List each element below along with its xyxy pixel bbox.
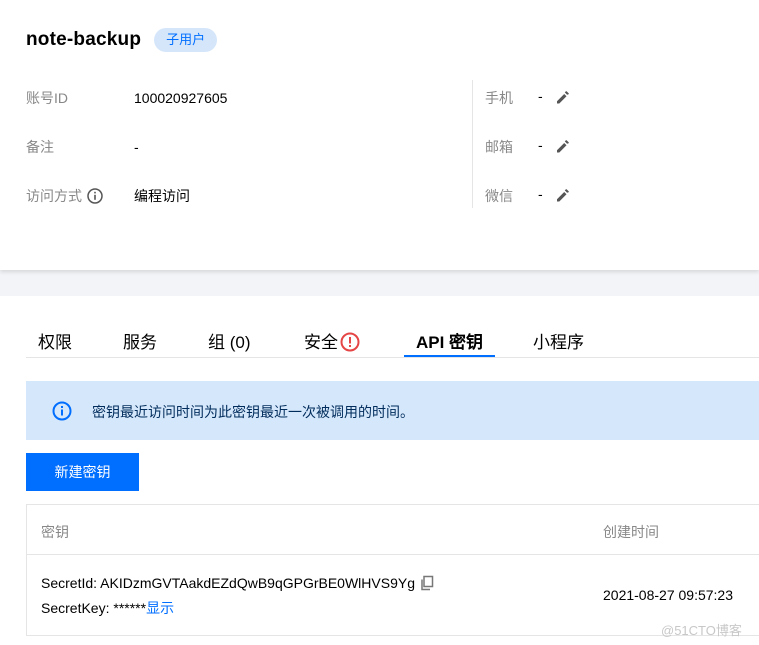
show-secret-key-link[interactable]: 显示 xyxy=(146,600,174,616)
alert-message: 密钥最近访问时间为此密钥最近一次被调用的时间。 xyxy=(92,404,414,420)
access-method-label: 访问方式 xyxy=(26,188,82,204)
vertical-divider xyxy=(472,80,473,208)
edit-wechat-pencil-icon[interactable] xyxy=(555,187,571,203)
info-alert: 密钥最近访问时间为此密钥最近一次被调用的时间。 xyxy=(26,381,759,440)
secret-key-value: ****** xyxy=(113,600,147,616)
access-method-label-wrap: 访问方式 xyxy=(26,186,134,206)
secret-id-line: SecretId: AKIDzmGVTAakdEZdQwB9qGPGrBE0Wl… xyxy=(41,575,435,591)
wechat-label: 微信 xyxy=(485,188,513,204)
email-label: 邮箱 xyxy=(485,139,513,155)
tab-api-keys[interactable]: API 密钥 xyxy=(416,328,483,353)
api-key-table: 密钥 创建时间 SecretId: AKIDzmGVTAakdEZdQwB9qG… xyxy=(26,504,759,636)
wechat-value: - xyxy=(538,186,543,202)
user-type-badge: 子用户 xyxy=(154,28,218,52)
phone-label: 手机 xyxy=(485,90,513,106)
header-divider xyxy=(27,554,759,555)
access-method-value: 编程访问 xyxy=(134,188,190,204)
create-key-button[interactable]: 新建密钥 xyxy=(26,453,139,491)
copy-icon[interactable] xyxy=(419,575,435,591)
tab-services[interactable]: 服务 xyxy=(123,328,157,353)
info-circle-icon xyxy=(52,401,72,421)
secret-id-label: SecretId: xyxy=(41,575,101,591)
page-title: note-backup xyxy=(26,29,142,50)
account-id-value: 100020927605 xyxy=(134,90,228,106)
phone-value: - xyxy=(538,88,543,104)
secret-id-value: AKIDzmGVTAakdEZdQwB9qGPGrBE0WlHVS9Yg xyxy=(100,575,415,591)
tab-security-label: 安全 xyxy=(304,333,338,352)
remark-value: - xyxy=(134,139,139,155)
tab-groups[interactable]: 组 (0) xyxy=(208,328,251,353)
tab-bar: 权限 服务 组 (0) 安全 API 密钥 小程序 xyxy=(26,318,759,358)
title-row: note-backup 子用户 xyxy=(26,28,218,52)
tab-permissions[interactable]: 权限 xyxy=(38,328,72,353)
tab-security[interactable]: 安全 xyxy=(304,328,360,353)
created-time: 2021-08-27 09:57:23 xyxy=(603,587,733,603)
remark-row: 备注 - xyxy=(26,137,139,157)
column-header-key: 密钥 xyxy=(41,524,69,540)
remark-label: 备注 xyxy=(26,139,54,155)
secret-key-label: SecretKey: xyxy=(41,600,114,616)
account-id-label: 账号ID xyxy=(26,90,68,106)
info-circle-icon[interactable] xyxy=(87,188,103,204)
secret-key-line: SecretKey: ******显示 xyxy=(41,598,174,618)
email-value: - xyxy=(538,137,543,153)
tab-mini-programs[interactable]: 小程序 xyxy=(533,328,584,353)
column-header-created: 创建时间 xyxy=(603,524,659,540)
active-tab-indicator xyxy=(404,355,495,357)
user-info-card: note-backup 子用户 账号ID 100020927605 备注 - 访… xyxy=(0,0,759,270)
edit-phone-pencil-icon[interactable] xyxy=(555,89,571,105)
watermark: @51CTO博客 xyxy=(661,623,742,638)
edit-email-pencil-icon[interactable] xyxy=(555,138,571,154)
warning-circle-icon xyxy=(340,332,360,352)
account-id-row: 账号ID 100020927605 xyxy=(26,88,227,108)
access-method-row: 访问方式 编程访问 xyxy=(26,186,190,206)
